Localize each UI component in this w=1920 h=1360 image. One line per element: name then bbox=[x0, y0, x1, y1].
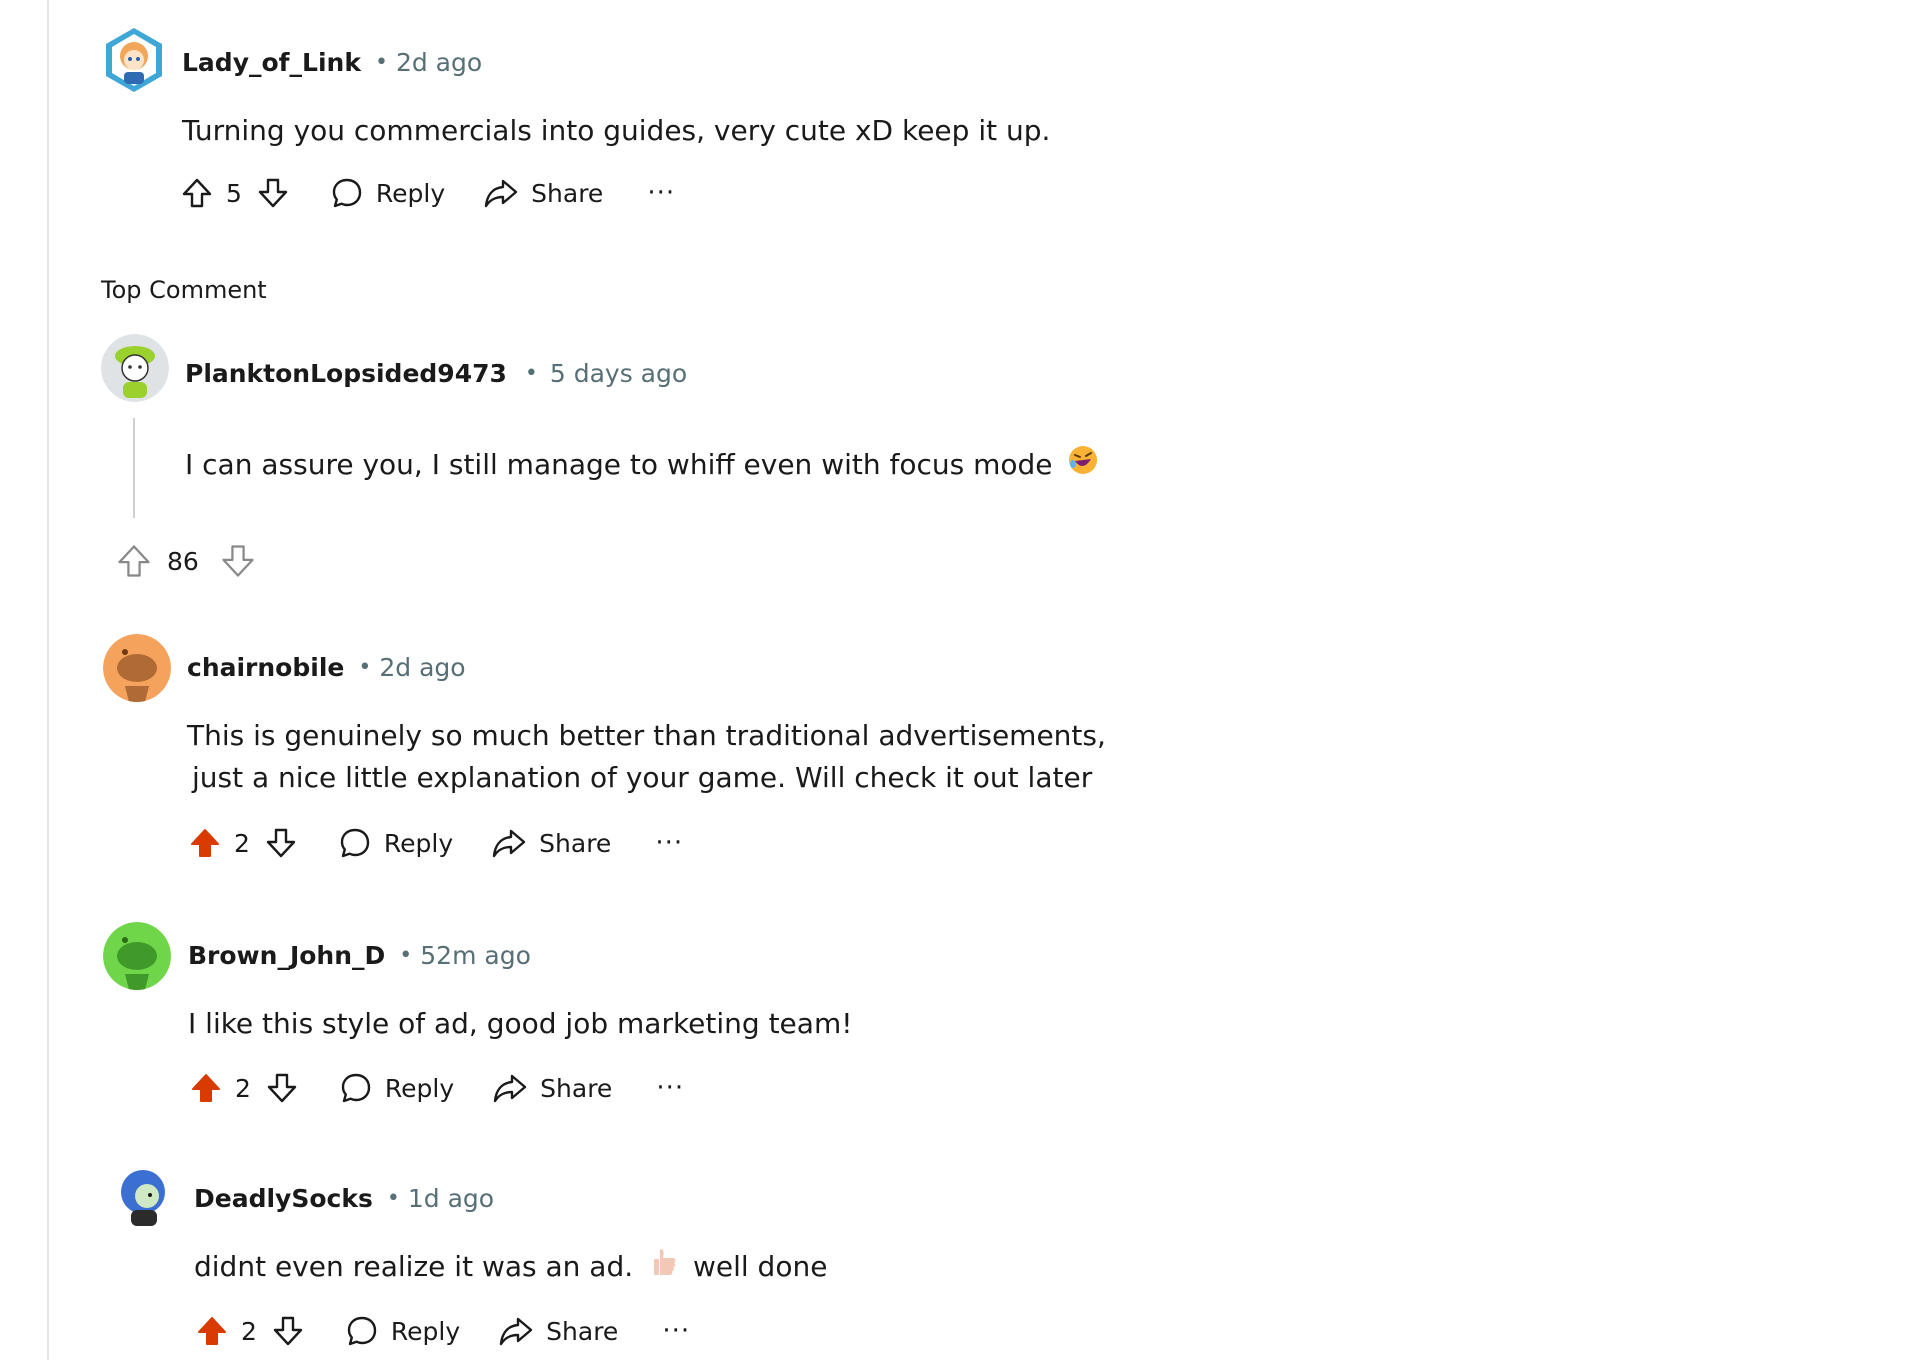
timestamp[interactable]: 1d ago bbox=[408, 1184, 494, 1213]
share-arrow-icon bbox=[492, 829, 526, 858]
username[interactable]: DeadlySocks bbox=[194, 1184, 373, 1213]
reply-label: Reply bbox=[383, 828, 454, 858]
username[interactable]: Brown_John_D bbox=[188, 941, 385, 970]
upvote-filled-icon[interactable] bbox=[187, 1069, 225, 1107]
reply-label: Reply bbox=[384, 1073, 455, 1103]
green-hat-avatar-icon[interactable] bbox=[101, 334, 169, 402]
upvote-filled-icon[interactable] bbox=[193, 1312, 231, 1350]
more-options-button[interactable]: ··· bbox=[655, 828, 683, 858]
comment-actions: 2 Reply Share ··· bbox=[193, 1306, 690, 1356]
reply-button[interactable]: Reply bbox=[345, 1314, 460, 1348]
reply-button[interactable]: Reply bbox=[330, 176, 445, 210]
comment-meta: PlanktonLopsided9473 • 5 days ago bbox=[185, 359, 687, 388]
anime-avatar-icon[interactable] bbox=[100, 26, 168, 94]
comment-bubble-icon bbox=[347, 1316, 377, 1346]
reply-label: Reply bbox=[375, 178, 446, 208]
more-options-button[interactable]: ··· bbox=[656, 1073, 684, 1103]
vote-count: 2 bbox=[235, 1073, 251, 1103]
username[interactable]: chairnobile bbox=[187, 653, 344, 682]
top-comment-label: Top Comment bbox=[101, 276, 267, 304]
share-label: Share bbox=[540, 1073, 613, 1103]
comment-meta: DeadlySocks • 1d ago bbox=[194, 1184, 494, 1213]
meta-separator: • bbox=[399, 943, 413, 968]
timestamp[interactable]: 2d ago bbox=[379, 653, 465, 682]
comment-thread-page: Lady_of_Link • 2d ago Turning you commer… bbox=[0, 0, 1920, 1360]
laughing-emoji-icon bbox=[1067, 444, 1099, 488]
timestamp[interactable]: 2d ago bbox=[396, 48, 482, 77]
vote-count: 2 bbox=[241, 1316, 257, 1346]
more-options-button[interactable]: ··· bbox=[662, 1316, 690, 1346]
downvote-icon[interactable] bbox=[263, 1069, 301, 1107]
upvote-icon[interactable] bbox=[178, 174, 216, 212]
share-label: Share bbox=[539, 828, 612, 858]
comment-body: I like this style of ad, good job market… bbox=[188, 1007, 853, 1040]
share-button[interactable]: Share bbox=[492, 1071, 612, 1105]
meta-separator: • bbox=[358, 655, 372, 680]
reply-button[interactable]: Reply bbox=[339, 1071, 454, 1105]
timestamp[interactable]: 5 days ago bbox=[550, 359, 687, 388]
downvote-icon[interactable] bbox=[254, 174, 292, 212]
comment-actions: 86 bbox=[115, 536, 257, 586]
comment-text-end: well done bbox=[692, 1250, 828, 1283]
comment-bubble-icon bbox=[332, 178, 362, 208]
share-label: Share bbox=[546, 1316, 619, 1346]
comment-actions: 2 Reply Share ··· bbox=[186, 818, 683, 868]
share-button[interactable]: Share bbox=[483, 176, 603, 210]
share-button[interactable]: Share bbox=[491, 826, 611, 860]
upvote-filled-icon[interactable] bbox=[186, 824, 224, 862]
share-arrow-icon bbox=[493, 1074, 527, 1103]
reply-button[interactable]: Reply bbox=[338, 826, 453, 860]
comment-actions: 5 Reply Share ··· bbox=[178, 168, 675, 218]
comment-actions: 2 Reply Share ··· bbox=[187, 1063, 684, 1113]
downvote-icon[interactable] bbox=[269, 1312, 307, 1350]
orange-snoo-avatar-icon[interactable] bbox=[103, 634, 171, 702]
share-button[interactable]: Share bbox=[498, 1314, 618, 1348]
comment-body: didnt even realize it was an ad. well do… bbox=[194, 1246, 827, 1289]
downvote-icon[interactable] bbox=[219, 542, 257, 580]
reply-label: Reply bbox=[390, 1316, 461, 1346]
comment-body: I can assure you, I still manage to whif… bbox=[185, 444, 1099, 488]
comment-text: I can assure you, I still manage to whif… bbox=[185, 448, 1053, 481]
vote-count: 86 bbox=[167, 546, 199, 576]
timestamp[interactable]: 52m ago bbox=[420, 941, 531, 970]
share-arrow-icon bbox=[484, 179, 518, 208]
comment-text: didnt even realize it was an ad. bbox=[194, 1250, 634, 1283]
thread-line bbox=[47, 0, 49, 1360]
meta-separator: • bbox=[386, 1186, 400, 1211]
username[interactable]: Lady_of_Link bbox=[182, 48, 361, 77]
comment-meta: chairnobile • 2d ago bbox=[187, 653, 466, 682]
more-options-button[interactable]: ··· bbox=[647, 178, 675, 208]
blue-hair-avatar-icon[interactable] bbox=[109, 1162, 177, 1230]
thumbs-up-emoji-icon bbox=[652, 1247, 678, 1289]
upvote-icon[interactable] bbox=[115, 542, 153, 580]
comment-bubble-icon bbox=[340, 828, 370, 858]
share-label: Share bbox=[531, 178, 604, 208]
comment-body-line-2: just a nice little explanation of your g… bbox=[192, 761, 1093, 794]
comment-body-line-1: This is genuinely so much better than tr… bbox=[187, 719, 1106, 752]
comment-meta: Brown_John_D • 52m ago bbox=[188, 941, 531, 970]
comment-meta: Lady_of_Link • 2d ago bbox=[182, 48, 482, 77]
meta-separator: • bbox=[374, 50, 388, 75]
comment-bubble-icon bbox=[341, 1073, 371, 1103]
green-snoo-avatar-icon[interactable] bbox=[103, 922, 171, 990]
vote-count: 2 bbox=[234, 828, 250, 858]
reply-thread-line bbox=[133, 418, 135, 518]
vote-count: 5 bbox=[226, 178, 242, 208]
downvote-icon[interactable] bbox=[262, 824, 300, 862]
username[interactable]: PlanktonLopsided9473 bbox=[185, 359, 507, 388]
meta-separator: • bbox=[524, 361, 538, 386]
comment-body: Turning you commercials into guides, ver… bbox=[182, 114, 1051, 147]
share-arrow-icon bbox=[499, 1317, 533, 1346]
